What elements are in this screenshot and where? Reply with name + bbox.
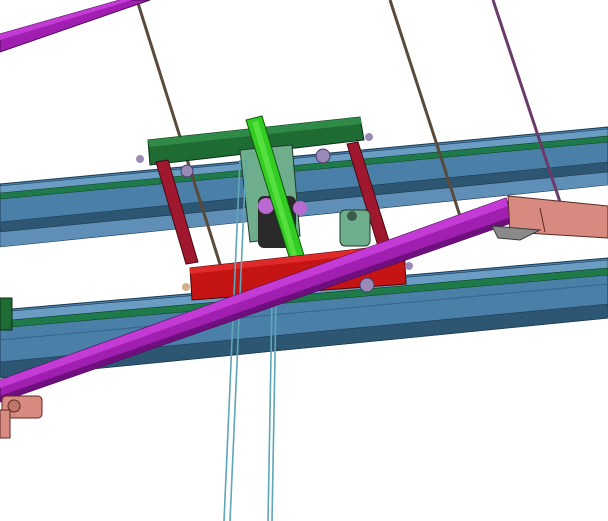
bolt-icon [405,262,413,270]
bolt-icon [182,283,190,291]
bolt-icon [136,155,144,163]
motor-cap [293,201,307,215]
small-motor-cap [347,211,357,221]
bolt-icon [365,133,373,141]
left-rail-cap [0,297,13,331]
cad-scene [0,0,608,521]
bolt-icon [359,277,375,293]
bolt-icon [315,148,331,164]
bolt-icon [180,164,194,178]
